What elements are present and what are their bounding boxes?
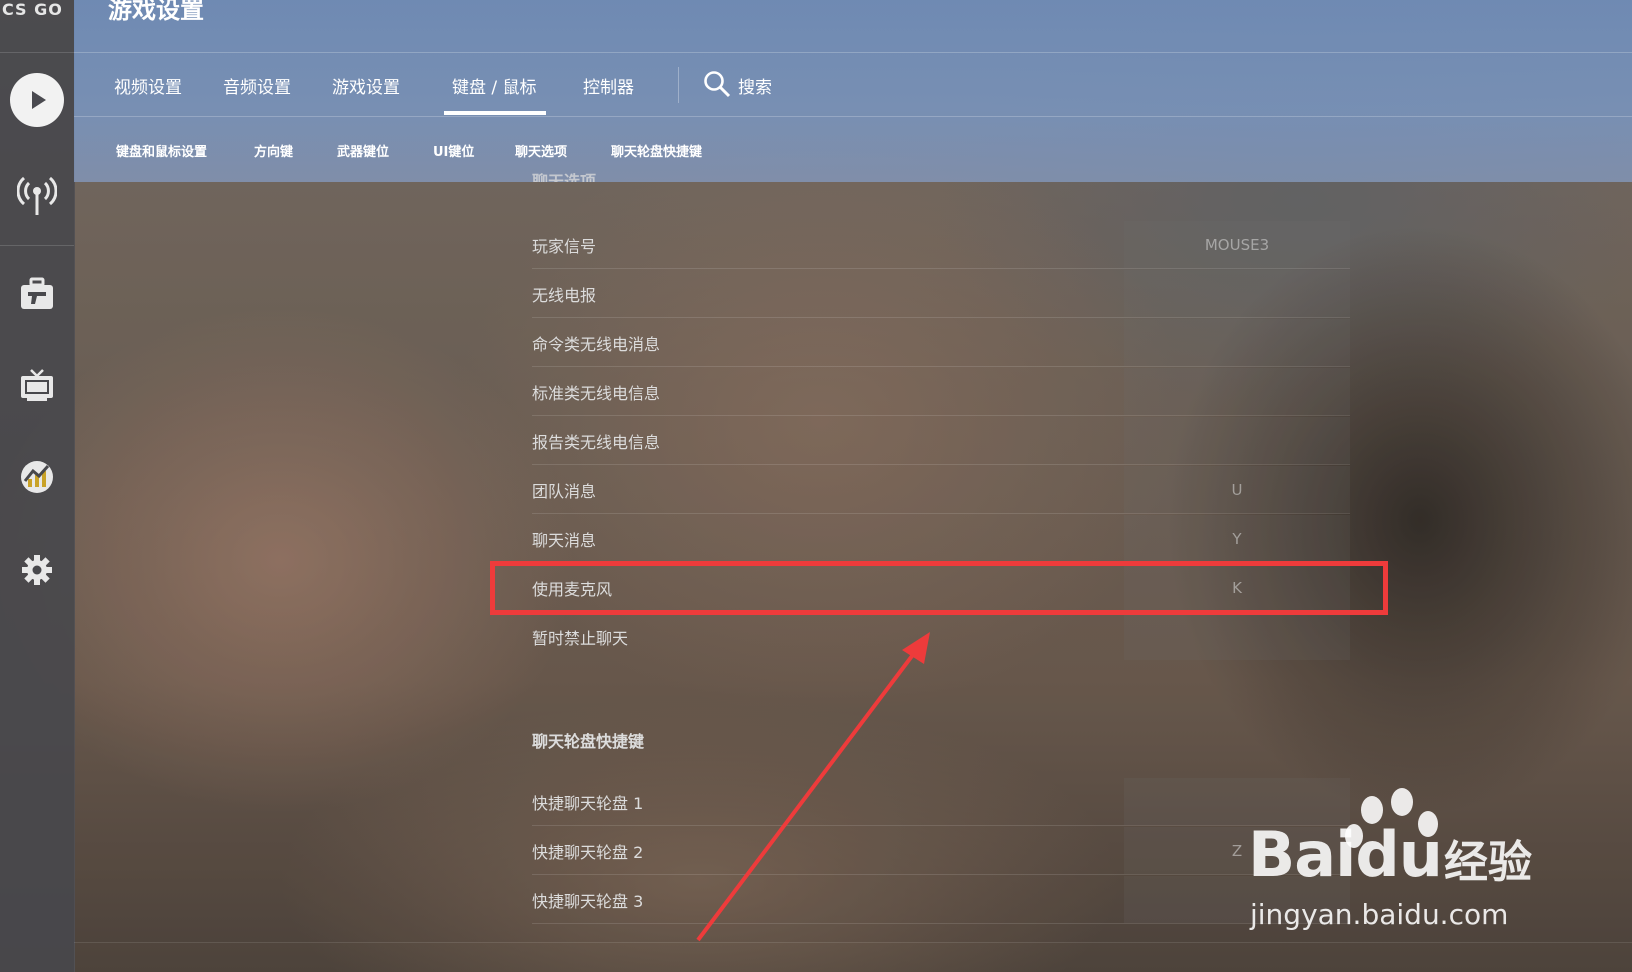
sidebar: CS GO	[0, 0, 75, 972]
keybind-label: 聊天消息	[532, 531, 597, 550]
subtab-keyboard-mouse-settings[interactable]: 键盘和鼠标设置	[116, 141, 207, 160]
keybind-label: 玩家信号	[532, 237, 597, 256]
stats-icon	[21, 461, 53, 493]
sidebar-divider	[0, 245, 74, 246]
keybind-value[interactable]	[1124, 270, 1350, 317]
subtab-movement-keys[interactable]: 方向键	[254, 141, 293, 160]
broadcast-icon	[17, 176, 57, 215]
keybind-label: 无线电报	[532, 286, 597, 305]
section-header-chat-options: 聊天选项	[532, 172, 597, 182]
subtab-chat-wheel-hotkeys[interactable]: 聊天轮盘快捷键	[611, 141, 702, 160]
sidebar-item-stats[interactable]	[0, 447, 74, 507]
subtab-weapon-keys[interactable]: 武器键位	[337, 141, 389, 160]
tab-bar: 视频设置 音频设置 游戏设置 键盘 / 鼠标 控制器 搜索	[74, 53, 1632, 116]
keybind-row[interactable]: 玩家信号 MOUSE3	[532, 221, 1350, 269]
keybind-label: 命令类无线电消息	[532, 335, 661, 354]
active-tab-indicator	[444, 111, 546, 115]
keybind-row[interactable]: 快捷聊天轮盘 3	[532, 876, 1350, 924]
keybind-row[interactable]: 团队消息 U	[532, 466, 1350, 514]
keybind-row[interactable]: 聊天消息 Y	[532, 515, 1350, 563]
subtab-chat-options[interactable]: 聊天选项	[515, 141, 567, 160]
keybind-value[interactable]	[1124, 368, 1350, 415]
sidebar-item-play[interactable]	[0, 70, 74, 130]
sidebar-divider	[0, 52, 74, 53]
settings-header: 游戏设置 视频设置 音频设置 游戏设置 键盘 / 鼠标 控制器 搜索	[74, 0, 1632, 182]
baidu-watermark-jingyan: 经验	[1444, 837, 1532, 888]
tab-audio[interactable]: 音频设置	[223, 73, 291, 98]
tab-keyboard-mouse[interactable]: 键盘 / 鼠标	[452, 73, 537, 98]
page-title: 游戏设置	[108, 0, 204, 24]
game-settings-screen: CS GO 游戏设置 视频设置 音频设置 游戏设置 键盘 / 鼠标 控制器 搜索…	[0, 0, 1632, 972]
keybind-value[interactable]: MOUSE3	[1124, 221, 1350, 268]
watermark-brand-bai: Bai	[1248, 818, 1356, 891]
tab-controller[interactable]: 控制器	[583, 73, 634, 98]
baidu-watermark-url: jingyan.baidu.com	[1250, 898, 1509, 931]
annotation-highlight-box	[490, 561, 1388, 615]
keybind-label: 暂时禁止聊天	[532, 629, 629, 648]
keybind-row[interactable]: 暂时禁止聊天	[532, 613, 1350, 661]
search-icon[interactable]	[702, 69, 732, 99]
play-icon	[10, 73, 64, 127]
search-button[interactable]: 搜索	[738, 73, 772, 98]
keybind-label: 标准类无线电信息	[532, 384, 661, 403]
gear-icon	[22, 555, 52, 585]
sidebar-item-inventory[interactable]	[0, 264, 74, 324]
watermark-brand-du: du	[1355, 818, 1443, 891]
keybind-row[interactable]: 标准类无线电信息	[532, 368, 1350, 416]
csgo-logo: CS GO	[2, 0, 63, 19]
sidebar-item-settings[interactable]	[0, 540, 74, 600]
tab-video[interactable]: 视频设置	[114, 73, 182, 98]
keybind-label: 快捷聊天轮盘 3	[532, 892, 644, 911]
tab-game[interactable]: 游戏设置	[332, 73, 400, 98]
tab-divider	[678, 67, 679, 103]
sidebar-item-watch[interactable]	[0, 355, 74, 415]
keybind-label: 快捷聊天轮盘 2	[532, 843, 644, 862]
keybind-value[interactable]	[1124, 613, 1350, 660]
keybind-row[interactable]: 无线电报	[532, 270, 1350, 318]
keybind-label: 报告类无线电信息	[532, 433, 661, 452]
keybind-row[interactable]: 报告类无线电信息	[532, 417, 1350, 465]
keybind-row[interactable]: 快捷聊天轮盘 2 Z	[532, 827, 1350, 875]
keybind-row[interactable]: 快捷聊天轮盘 1	[532, 778, 1350, 826]
keybind-value[interactable]	[1124, 417, 1350, 464]
header-divider	[74, 116, 1632, 117]
section-header-chat-wheel: 聊天轮盘快捷键	[532, 732, 645, 751]
inventory-briefcase-icon	[21, 277, 53, 309]
keybind-value[interactable]: Y	[1124, 515, 1350, 562]
keybind-label: 快捷聊天轮盘 1	[532, 794, 644, 813]
sidebar-item-broadcast[interactable]	[0, 165, 74, 225]
content-bottom-divider	[74, 942, 1632, 943]
tv-icon	[21, 369, 53, 401]
keybind-value[interactable]	[1124, 319, 1350, 366]
baidu-watermark-brand: Baidu	[1248, 818, 1443, 891]
keybind-row[interactable]: 命令类无线电消息	[532, 319, 1350, 367]
subtab-ui-keys[interactable]: UI键位	[433, 141, 474, 160]
keybind-label: 团队消息	[532, 482, 597, 501]
keybind-value[interactable]: U	[1124, 466, 1350, 513]
